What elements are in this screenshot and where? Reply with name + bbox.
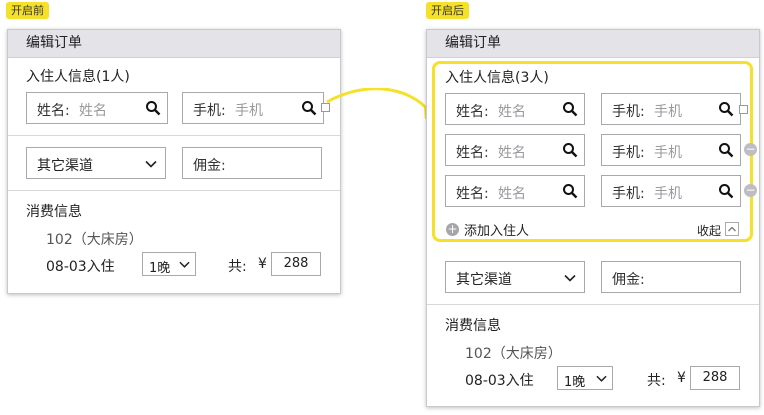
minus-circle-icon[interactable]: − bbox=[744, 184, 757, 197]
name-label: 姓名: bbox=[456, 104, 489, 120]
chevron-down-icon bbox=[564, 274, 576, 282]
room-label: 102（大床房） bbox=[46, 232, 143, 248]
guest-name-field[interactable]: 姓名: 姓名 bbox=[445, 134, 585, 166]
total-label: 共: bbox=[647, 373, 666, 389]
search-icon[interactable] bbox=[145, 100, 161, 116]
channel-select[interactable]: 其它渠道 bbox=[445, 261, 585, 293]
guest-phone-field[interactable]: 手机: 手机 bbox=[601, 93, 741, 125]
collapse-link[interactable]: 收起 bbox=[697, 222, 721, 239]
name-placeholder: 姓名 bbox=[79, 103, 107, 119]
panel-title: 编辑订单 bbox=[8, 30, 340, 58]
divider bbox=[8, 135, 340, 136]
total-label: 共: bbox=[228, 259, 247, 275]
chevron-down-icon bbox=[179, 261, 190, 268]
commission-field[interactable]: 佣金: bbox=[182, 147, 322, 179]
checkin-label: 08-03入住 bbox=[46, 259, 115, 275]
search-icon[interactable] bbox=[718, 142, 734, 158]
phone-label: 手机: bbox=[612, 186, 645, 202]
phone-placeholder: 手机 bbox=[654, 145, 682, 161]
nights-value: 1晚 bbox=[149, 261, 171, 276]
add-guest-link[interactable]: 添加入住人 bbox=[464, 220, 529, 239]
currency-symbol: ¥ bbox=[258, 256, 267, 272]
guest-phone-field[interactable]: 手机: 手机 bbox=[601, 134, 741, 166]
checkbox-icon[interactable] bbox=[739, 105, 748, 114]
phone-placeholder: 手机 bbox=[654, 104, 682, 120]
name-placeholder: 姓名 bbox=[498, 145, 526, 161]
guest-phone-field[interactable]: 手机: 手机 bbox=[601, 175, 741, 207]
checkin-label: 08-03入住 bbox=[465, 373, 534, 389]
channel-value: 其它渠道 bbox=[456, 272, 512, 288]
chevron-down-icon bbox=[596, 375, 607, 382]
name-label: 姓名: bbox=[37, 103, 70, 119]
channel-select[interactable]: 其它渠道 bbox=[26, 147, 166, 179]
after-tag: 开启后 bbox=[426, 2, 469, 19]
phone-placeholder: 手机 bbox=[235, 103, 263, 119]
panel-title: 编辑订单 bbox=[427, 30, 759, 58]
price-input[interactable]: 288 bbox=[690, 366, 740, 390]
nights-select[interactable]: 1晚 bbox=[142, 252, 196, 276]
commission-field[interactable]: 佣金: bbox=[601, 261, 741, 293]
price-input[interactable]: 288 bbox=[271, 252, 321, 276]
before-tag: 开启前 bbox=[6, 2, 49, 19]
search-icon[interactable] bbox=[562, 183, 578, 199]
name-label: 姓名: bbox=[456, 186, 489, 202]
phone-label: 手机: bbox=[612, 104, 645, 120]
name-placeholder: 姓名 bbox=[498, 186, 526, 202]
after-panel: 编辑订单 入住人信息(3人) 姓名: 姓名 手机: 手机 姓名: 姓名 手机: … bbox=[426, 29, 760, 407]
commission-label: 佣金: bbox=[193, 158, 226, 174]
arrow-connector bbox=[326, 88, 434, 119]
guest-name-field[interactable]: 姓名: 姓名 bbox=[26, 92, 168, 124]
minus-circle-icon[interactable]: − bbox=[744, 143, 757, 156]
chevron-down-icon bbox=[145, 160, 157, 168]
search-icon[interactable] bbox=[562, 142, 578, 158]
divider bbox=[427, 304, 759, 305]
consumption-title: 消费信息 bbox=[445, 318, 501, 334]
guest-section-title: 入住人信息(1人) bbox=[26, 69, 130, 85]
plus-circle-icon[interactable]: + bbox=[446, 223, 459, 236]
nights-value: 1晚 bbox=[564, 375, 586, 390]
guest-name-field[interactable]: 姓名: 姓名 bbox=[445, 175, 585, 207]
search-icon[interactable] bbox=[562, 101, 578, 117]
name-placeholder: 姓名 bbox=[498, 104, 526, 120]
guest-phone-field[interactable]: 手机: 手机 bbox=[182, 92, 324, 124]
room-label: 102（大床房） bbox=[465, 346, 562, 362]
divider bbox=[8, 190, 340, 191]
phone-label: 手机: bbox=[612, 145, 645, 161]
search-icon[interactable] bbox=[718, 183, 734, 199]
search-icon[interactable] bbox=[301, 100, 317, 116]
commission-label: 佣金: bbox=[612, 272, 645, 288]
guest-section-title: 入住人信息(3人) bbox=[445, 70, 549, 86]
name-label: 姓名: bbox=[456, 145, 489, 161]
phone-placeholder: 手机 bbox=[654, 186, 682, 202]
currency-symbol: ¥ bbox=[677, 370, 686, 386]
collapse-icon[interactable] bbox=[725, 222, 739, 236]
search-icon[interactable] bbox=[718, 101, 734, 117]
nights-select[interactable]: 1晚 bbox=[557, 366, 613, 390]
channel-value: 其它渠道 bbox=[37, 158, 93, 174]
consumption-title: 消费信息 bbox=[26, 204, 82, 220]
guest-name-field[interactable]: 姓名: 姓名 bbox=[445, 93, 585, 125]
before-panel: 编辑订单 入住人信息(1人) 姓名: 姓名 手机: 手机 其它渠道 佣金: 消费… bbox=[7, 29, 341, 294]
phone-label: 手机: bbox=[193, 103, 226, 119]
